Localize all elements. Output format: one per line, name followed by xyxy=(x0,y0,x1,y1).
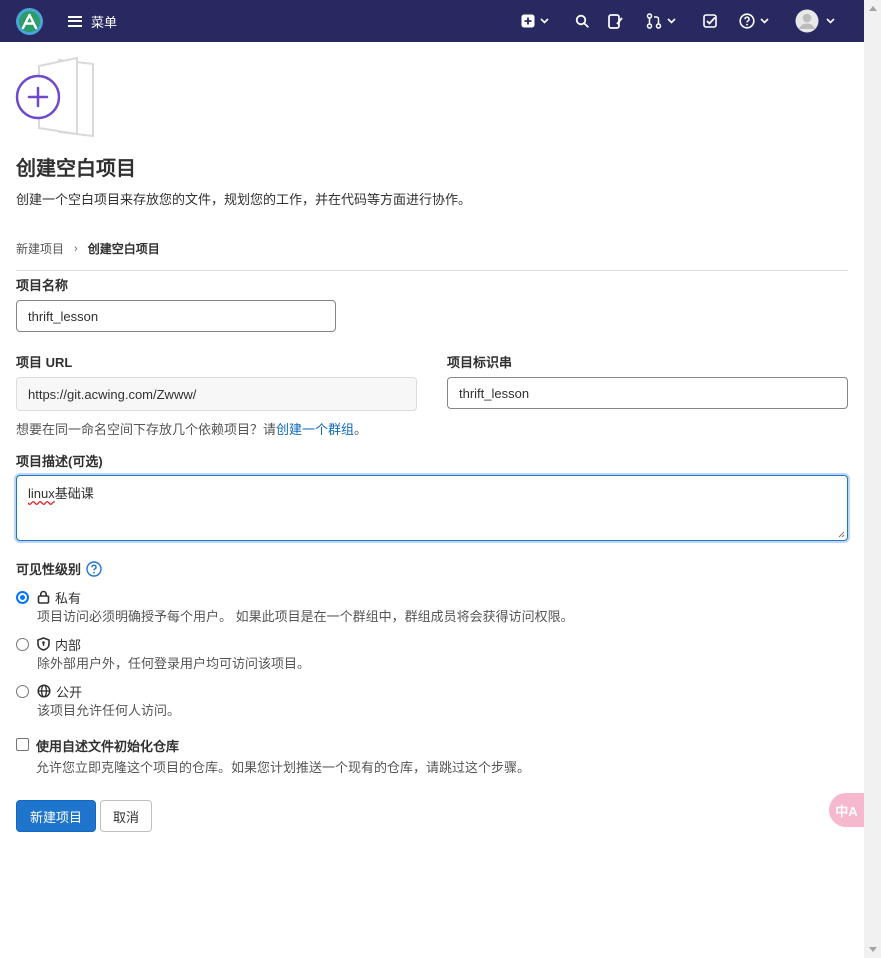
project-name-value: thrift_lesson xyxy=(28,308,99,324)
translate-icon: 中A xyxy=(835,803,858,819)
new-project-illustration xyxy=(15,56,94,138)
project-url-label: 项目 URL xyxy=(16,355,73,370)
chevron-down-icon xyxy=(540,18,549,24)
namespace-help-text: 想要在同一命名空间下存放几个依赖项目？请 xyxy=(16,422,277,437)
user-menu-button[interactable] xyxy=(795,9,835,33)
visibility-label-text: 可见性级别 xyxy=(16,562,82,577)
new-dropdown-button[interactable] xyxy=(521,11,549,31)
page-title: 创建空白项目 xyxy=(16,158,136,180)
chevron-down-icon xyxy=(826,18,835,24)
breadcrumb-new-project[interactable]: 新建项目 xyxy=(16,240,64,257)
scroll-up-arrow-icon[interactable] xyxy=(869,6,877,11)
create-group-link[interactable]: 创建一个群组 xyxy=(276,422,354,437)
divider xyxy=(16,270,848,271)
readme-checkbox[interactable] xyxy=(16,738,29,751)
search-button[interactable] xyxy=(575,11,589,31)
project-slug-label: 项目标识串 xyxy=(447,355,513,370)
todo-icon xyxy=(703,13,717,28)
translate-fab[interactable]: 中A xyxy=(829,793,864,827)
hamburger-icon xyxy=(68,15,82,27)
description-misspelled-word: linux xyxy=(28,486,55,501)
project-url-input: https://git.acwing.com/Zwww/ xyxy=(16,377,417,411)
readme-title: 使用自述文件初始化仓库 xyxy=(36,739,180,754)
globe-icon xyxy=(37,684,51,698)
logo-icon[interactable] xyxy=(15,7,44,36)
visibility-public-option[interactable]: 公开 该项目允许任何人访问。 xyxy=(16,683,180,719)
description-label: 项目描述(可选) xyxy=(16,454,103,469)
merge-request-icon xyxy=(646,13,662,29)
project-slug-input[interactable]: thrift_lesson xyxy=(447,377,848,409)
todos-button[interactable] xyxy=(703,11,718,31)
plus-square-icon xyxy=(521,14,535,28)
visibility-private-title: 私有 xyxy=(55,590,82,606)
issues-icon xyxy=(608,13,623,29)
namespace-help-suffix: 。 xyxy=(354,422,368,437)
vertical-scrollbar[interactable] xyxy=(864,0,881,958)
merge-requests-button[interactable] xyxy=(646,11,676,31)
visibility-public-radio[interactable] xyxy=(16,685,29,698)
page-subtitle: 创建一个空白项目来存放您的文件，规划您的工作，并在代码等方面进行协作。 xyxy=(16,192,472,207)
project-slug-value: thrift_lesson xyxy=(459,385,530,401)
visibility-public-desc: 该项目允许任何人访问。 xyxy=(37,703,181,718)
help-button[interactable] xyxy=(739,11,769,31)
visibility-private-option[interactable]: 私有 项目访问必须明确授予每个用户。 如果此项目是在一个群组中，群组成员将会获得… xyxy=(16,589,574,625)
visibility-label: 可见性级别 xyxy=(16,559,102,578)
visibility-private-desc: 项目访问必须明确授予每个用户。 如果此项目是在一个群组中，群组成员将会获得访问权… xyxy=(37,609,574,624)
project-name-label: 项目名称 xyxy=(16,278,69,293)
chevron-down-icon xyxy=(667,18,676,24)
shield-icon xyxy=(37,637,50,651)
description-textarea[interactable]: linux基础课 xyxy=(16,475,848,541)
description-text: 基础课 xyxy=(54,486,94,501)
project-url-value: https://git.acwing.com/Zwww/ xyxy=(28,386,197,402)
search-icon xyxy=(575,14,589,28)
help-icon xyxy=(739,13,755,29)
readme-desc: 允许您立即克隆这个项目的仓库。如果您计划推送一个现有的仓库，请跳过这个步骤。 xyxy=(36,760,531,775)
visibility-private-radio[interactable] xyxy=(16,591,29,604)
create-project-button[interactable]: 新建项目 xyxy=(16,800,96,832)
help-circle-icon[interactable] xyxy=(86,560,102,577)
issues-button[interactable] xyxy=(608,11,624,31)
visibility-internal-option[interactable]: 内部 除外部用户外，任何登录用户均可访问该项目。 xyxy=(16,636,310,672)
visibility-internal-desc: 除外部用户外，任何登录用户均可访问该项目。 xyxy=(37,656,311,671)
top-navbar: 菜单 xyxy=(0,0,864,42)
chevron-down-icon xyxy=(760,18,769,24)
lock-icon xyxy=(37,590,50,604)
breadcrumb-separator-icon: › xyxy=(74,242,78,255)
readme-option[interactable]: 使用自述文件初始化仓库 xyxy=(16,736,179,755)
project-name-input[interactable]: thrift_lesson xyxy=(16,300,336,332)
menu-button[interactable]: 菜单 xyxy=(68,11,117,31)
avatar xyxy=(795,9,819,33)
visibility-internal-title: 内部 xyxy=(55,637,82,653)
cancel-button[interactable]: 取消 xyxy=(100,800,152,832)
namespace-help: 想要在同一命名空间下存放几个依赖项目？请创建一个群组。 xyxy=(16,419,367,438)
menu-label: 菜单 xyxy=(91,14,118,30)
visibility-internal-radio[interactable] xyxy=(16,638,29,651)
breadcrumb-current: 创建空白项目 xyxy=(87,242,160,256)
resize-handle-icon[interactable] xyxy=(838,531,845,538)
breadcrumb: 新建项目 › 创建空白项目 xyxy=(16,240,160,257)
visibility-public-title: 公开 xyxy=(56,684,83,700)
scroll-down-arrow-icon[interactable] xyxy=(869,947,877,952)
